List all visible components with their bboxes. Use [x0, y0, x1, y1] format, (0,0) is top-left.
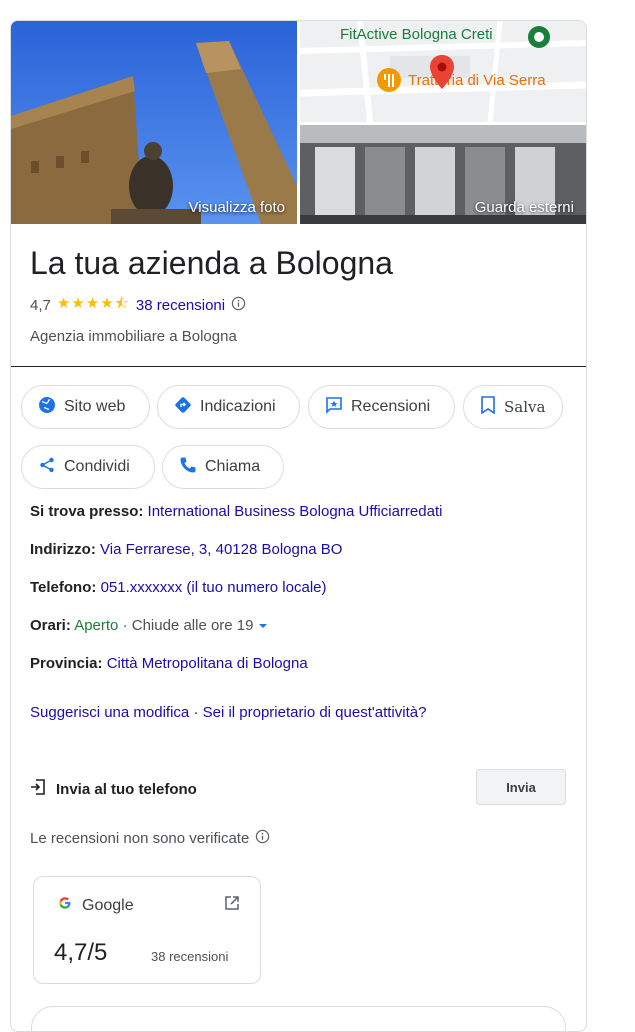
- province-row: Provincia: Città Metropolitana di Bologn…: [30, 655, 308, 672]
- google-review-count: 38 recensioni: [151, 949, 229, 964]
- reviews-link[interactable]: 38 recensioni: [136, 297, 225, 314]
- reviews-label: Recensioni: [351, 398, 431, 415]
- send-to-phone-icon: [30, 779, 46, 799]
- phone-row: Telefono: 051.xxxxxxx (il tuo numero loc…: [30, 579, 327, 596]
- reviews-icon: [325, 396, 343, 419]
- partial-bottom-button[interactable]: [31, 1006, 566, 1031]
- google-score: 4,7/5: [54, 939, 108, 966]
- caret-down-icon[interactable]: [258, 617, 268, 634]
- view-exterior-caption: Guarda esterni: [474, 199, 574, 216]
- edit-links-row: Suggerisci una modifica · Sei il proprie…: [30, 704, 426, 721]
- google-label: Google: [82, 896, 134, 914]
- share-button[interactable]: Condividi: [21, 445, 155, 489]
- google-source: Google: [58, 896, 134, 915]
- located-in-row: Si trova presso: International Business …: [30, 503, 442, 520]
- save-button[interactable]: Salva: [463, 385, 563, 429]
- send-to-phone-label: Invia al tuo telefono: [56, 780, 197, 798]
- share-icon: [38, 456, 56, 479]
- links-separator: ·: [193, 704, 199, 721]
- external-link-icon[interactable]: [224, 895, 240, 916]
- reviews-not-verified-note: Le recensioni non sono verificate: [30, 829, 270, 848]
- towers-image: [11, 21, 297, 224]
- map-place-trattoria: Trattoria di Via Serra: [408, 72, 546, 89]
- hours-open: Aperto: [74, 617, 119, 634]
- restaurant-icon: [376, 67, 402, 98]
- directions-label: Indicazioni: [200, 398, 276, 415]
- address-label: Indirizzo:: [30, 541, 96, 558]
- address-link[interactable]: Via Ferrarese, 3, 40128 Bologna BO: [100, 541, 342, 558]
- globe-icon: [38, 396, 56, 419]
- located-link[interactable]: International Business Bologna Ufficiarr…: [148, 503, 443, 520]
- google-logo-icon: [58, 896, 72, 915]
- address-row: Indirizzo: Via Ferrarese, 3, 40128 Bolog…: [30, 541, 342, 558]
- divider: [11, 366, 586, 367]
- photo-exterior[interactable]: Guarda esterni: [300, 125, 586, 224]
- call-label: Chiama: [205, 458, 261, 475]
- reviews-note-text: Le recensioni non sono verificate: [30, 830, 250, 847]
- rating-row: 4,7 ★★★★⯪ 38 recensioni: [30, 293, 246, 318]
- share-label: Condividi: [64, 458, 130, 475]
- business-panel: Visualizza foto FitActive Bologna Creti …: [10, 20, 587, 1032]
- located-label: Si trova presso:: [30, 503, 144, 520]
- hours-label: Orari:: [30, 617, 71, 634]
- rating-value: 4,7: [30, 297, 51, 314]
- map-thumbnail[interactable]: FitActive Bologna Creti Trattoria di Via…: [300, 21, 586, 122]
- province-label: Provincia:: [30, 655, 103, 672]
- map-place-fitactive: FitActive Bologna Creti: [340, 26, 493, 43]
- claim-business-link[interactable]: Sei il proprietario di quest'attività?: [203, 704, 427, 721]
- business-name: La tua azienda a Bologna: [30, 245, 393, 281]
- phone-icon: [179, 456, 197, 479]
- province-link[interactable]: Città Metropolitana di Bologna: [107, 655, 308, 672]
- map-pin-red-icon: [430, 55, 454, 94]
- call-button[interactable]: Chiama: [162, 445, 284, 489]
- photo-towers[interactable]: Visualizza foto: [11, 21, 297, 224]
- directions-button[interactable]: Indicazioni: [157, 385, 300, 429]
- phone-link[interactable]: 051.xxxxxxx (il tuo numero locale): [101, 579, 327, 596]
- directions-icon: [174, 396, 192, 419]
- website-label: Sito web: [64, 398, 126, 415]
- info-icon[interactable]: [231, 296, 246, 315]
- info-icon[interactable]: [255, 829, 270, 848]
- business-category: Agenzia immobiliare a Bologna: [30, 328, 237, 345]
- hours-detail: · Chiude alle ore 19: [122, 617, 254, 634]
- save-label: Salva: [504, 398, 546, 416]
- star-rating-icon: ★★★★⯪: [56, 295, 130, 312]
- view-photos-caption: Visualizza foto: [188, 199, 285, 216]
- map-pin-green-icon: [526, 24, 552, 55]
- hours-row[interactable]: Orari: Aperto · Chiude alle ore 19: [30, 617, 268, 634]
- reviews-button[interactable]: Recensioni: [308, 385, 455, 429]
- google-reviews-card[interactable]: Google 4,7/5 38 recensioni: [33, 876, 261, 984]
- bookmark-icon: [480, 395, 496, 419]
- phone-label: Telefono:: [30, 579, 97, 596]
- suggest-edit-link[interactable]: Suggerisci una modifica: [30, 704, 189, 721]
- website-button[interactable]: Sito web: [21, 385, 150, 429]
- send-button[interactable]: Invia: [476, 769, 566, 805]
- send-to-phone-row: Invia al tuo telefono: [30, 779, 197, 799]
